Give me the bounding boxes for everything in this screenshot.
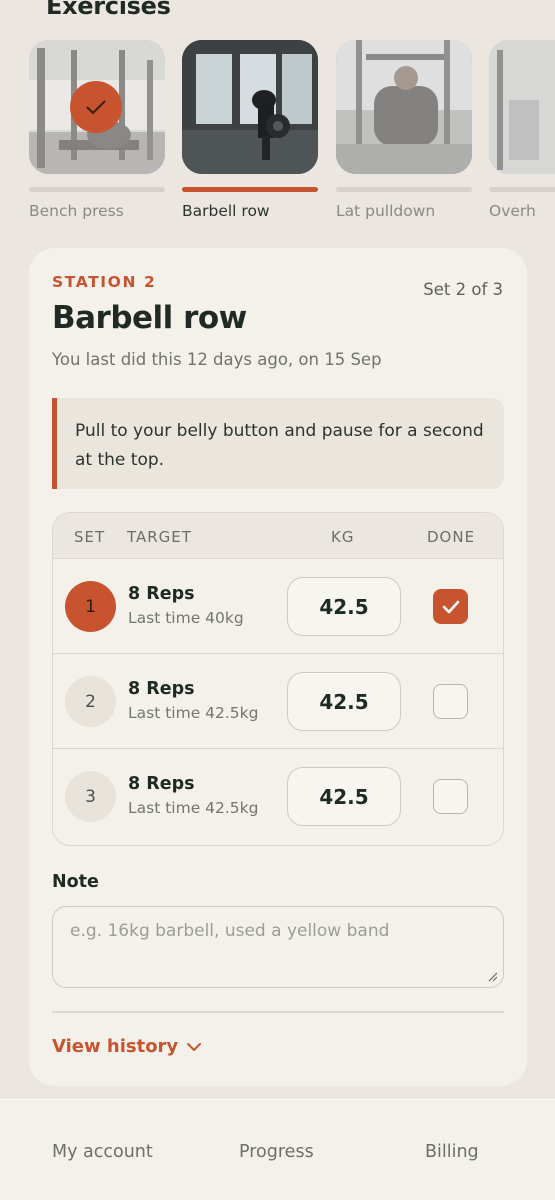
chevron-down-icon [187,1042,202,1051]
view-history-button[interactable]: View history [52,1036,202,1057]
exercise-card-lat-pulldown[interactable]: Lat pulldown [336,40,472,220]
exercise-card-overhead[interactable]: Overh [489,40,555,220]
exercise-progress-bar [29,187,165,192]
kg-input[interactable] [287,577,401,636]
exercise-progress-bar [182,187,318,192]
coaching-tip: Pull to your belly button and pause for … [52,398,504,489]
target-reps: 8 Reps [128,584,195,604]
exercise-card-barbell-row[interactable]: Barbell row [182,40,318,220]
header-target: TARGET [127,528,192,546]
set-number: 1 [65,581,116,632]
target-reps: 8 Reps [128,679,195,699]
set-number: 2 [65,676,116,727]
resize-grip-icon[interactable] [488,972,498,982]
done-checkbox[interactable] [433,589,468,624]
exercise-thumbnail [29,40,165,174]
nav-billing[interactable]: Billing [425,1142,479,1162]
exercise-progress-bar [489,187,555,192]
sets-table: SET TARGET KG DONE 1 8 Reps Last time 40… [52,512,504,846]
done-checkbox[interactable] [433,684,468,719]
set-number: 3 [65,771,116,822]
exercise-progress-bar [336,187,472,192]
table-row: 3 8 Reps Last time 42.5kg [53,749,503,844]
header-set: SET [74,528,106,546]
station-label: STATION 2 [52,273,157,291]
table-header: SET TARGET KG DONE [53,513,503,559]
kg-input[interactable] [287,672,401,731]
exercise-card-bench-press[interactable]: Bench press [29,40,165,220]
section-title: Exercises [46,0,171,20]
bottom-nav: My account Progress Billing [0,1097,555,1200]
last-time: Last time 42.5kg [128,704,259,722]
table-row: 2 8 Reps Last time 42.5kg [53,654,503,749]
exercise-thumbnail [336,40,472,174]
check-icon [86,100,106,115]
note-field[interactable] [52,906,504,988]
target-reps: 8 Reps [128,774,195,794]
exercise-label: Bench press [29,202,124,220]
exercise-carousel[interactable]: Bench press Barbell row Lat pulldown Ove… [0,40,555,230]
exercise-label: Lat pulldown [336,202,436,220]
header-kg: KG [331,528,355,546]
last-time: Last time 42.5kg [128,799,259,817]
done-checkbox[interactable] [433,779,468,814]
exercise-title: Barbell row [52,300,247,336]
exercise-thumbnail [182,40,318,174]
exercise-thumbnail [489,40,555,174]
nav-my-account[interactable]: My account [52,1142,153,1162]
header-done: DONE [427,528,476,546]
kg-input[interactable] [287,767,401,826]
set-progress: Set 2 of 3 [423,280,503,299]
check-icon [442,600,459,613]
exercise-label: Barbell row [182,202,270,220]
view-history-label: View history [52,1036,179,1057]
divider [52,1011,504,1013]
last-performed-text: You last did this 12 days ago, on 15 Sep [52,350,382,369]
completed-badge [70,81,122,133]
exercise-detail-card: STATION 2 Set 2 of 3 Barbell row You las… [29,248,527,1086]
nav-progress[interactable]: Progress [239,1142,314,1162]
last-time: Last time 40kg [128,609,244,627]
note-label: Note [52,872,99,892]
exercise-label: Overh [489,202,536,220]
table-row: 1 8 Reps Last time 40kg [53,559,503,654]
